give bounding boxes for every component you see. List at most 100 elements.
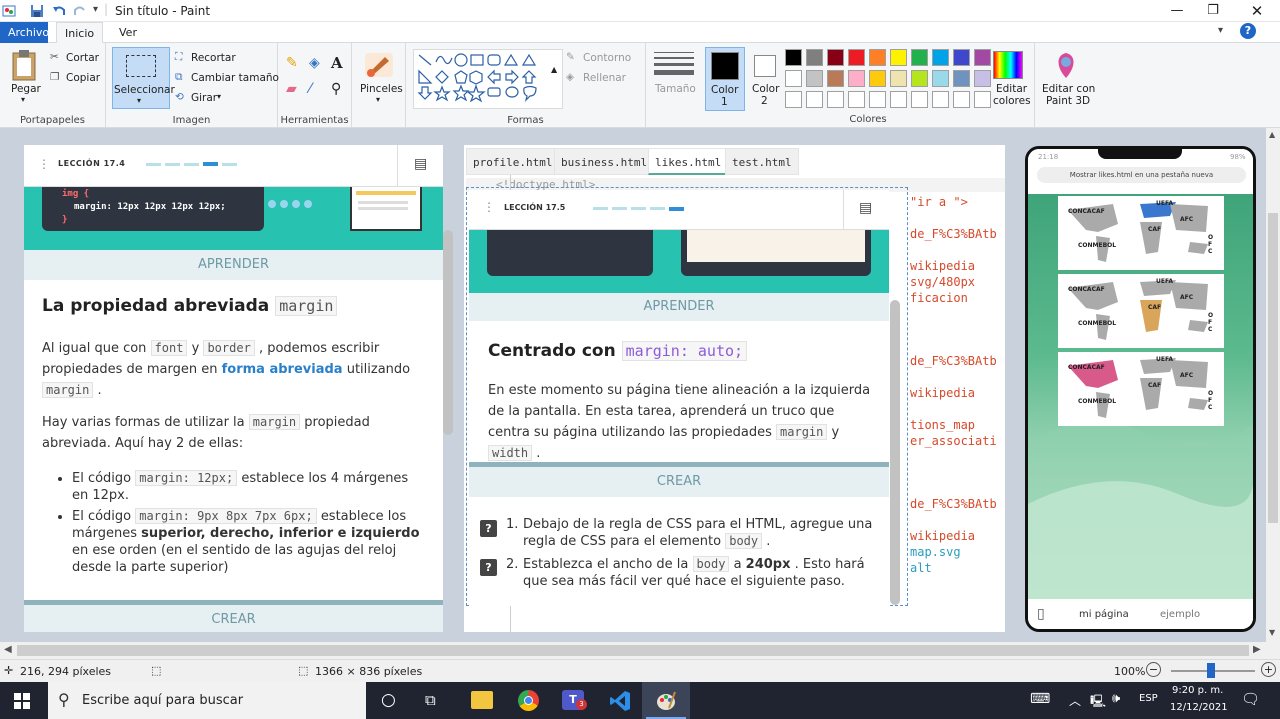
keyboard-icon[interactable]: ⌨ (1030, 691, 1050, 707)
palette-color-swatch[interactable] (785, 70, 802, 87)
paste-icon[interactable] (11, 49, 39, 81)
palette-color-swatch[interactable] (953, 70, 970, 87)
zoom-slider-thumb[interactable] (1207, 663, 1215, 678)
brushes-icon[interactable] (363, 49, 395, 81)
taskbar-search[interactable]: ⚲ Escribe aquí para buscar (48, 682, 366, 719)
save-icon[interactable] (30, 4, 44, 18)
resize-icon[interactable]: ⧉ (175, 71, 183, 84)
palette-color-swatch[interactable] (785, 49, 802, 66)
crop-button[interactable]: Recortar (191, 52, 236, 64)
palette-color-swatch[interactable] (932, 49, 949, 66)
fill-icon[interactable]: ◈ (309, 55, 320, 71)
palette-color-swatch[interactable] (890, 49, 907, 66)
zoom-out-button[interactable]: − (1146, 662, 1161, 677)
horizontal-scroll-thumb[interactable] (17, 645, 1249, 656)
fill-button[interactable]: Rellenar (583, 72, 626, 84)
paint-taskbar-button[interactable] (642, 682, 690, 719)
palette-color-swatch[interactable] (806, 70, 823, 87)
tab-home[interactable]: Inicio (56, 22, 104, 44)
zoom-in-button[interactable]: + (1261, 662, 1276, 677)
clock-date[interactable]: 12/12/2021 (1170, 702, 1228, 713)
file-tab-profile[interactable]: profile.html (466, 148, 560, 175)
map-card[interactable]: CONCACAF UEFA AFC CAF CONMEBOL OFC (1058, 274, 1224, 348)
help-step-1-icon[interactable]: ? (480, 520, 497, 537)
vertical-scroll-thumb[interactable] (1268, 213, 1278, 523)
palette-color-swatch[interactable] (806, 49, 823, 66)
nav-example[interactable]: ejemplo (1160, 609, 1200, 620)
palette-color-swatch[interactable] (911, 70, 928, 87)
clock-time[interactable]: 9:20 p. m. (1172, 685, 1223, 696)
network-icon[interactable]: 🖳 (1090, 692, 1106, 713)
paint3d-line2[interactable]: Paint 3D (1046, 95, 1090, 107)
scroll-left-icon[interactable]: ◀ (4, 644, 12, 655)
palette-color-swatch[interactable] (974, 49, 991, 66)
close-button[interactable]: ✕ (1240, 2, 1274, 20)
paste-label[interactable]: Pegar (11, 83, 41, 95)
color1-button[interactable]: Color 1 (705, 47, 745, 111)
map-card[interactable]: CONCACAF UEFA AFC CAF CONMEBOL OFC (1058, 352, 1224, 426)
cut-icon[interactable]: ✂ (50, 51, 59, 63)
map-card[interactable]: CONCACAF UEFA AFC CAF CONMEBOL OFC (1058, 196, 1224, 270)
eraser-icon[interactable]: ▰ (286, 81, 297, 97)
file-tab-business[interactable]: business.html (554, 148, 655, 175)
overlay-scroll-thumb[interactable] (890, 300, 900, 605)
file-tab-test[interactable]: test.html (725, 148, 799, 175)
rotate-button[interactable]: Girar (191, 92, 217, 104)
windows-start-icon[interactable] (14, 693, 30, 709)
shorthand-link[interactable]: forma abreviada (222, 362, 343, 377)
left-panel-scrollbar[interactable] (443, 230, 453, 435)
copy-icon[interactable]: ❐ (50, 71, 59, 83)
minimize-button[interactable]: — (1160, 2, 1194, 20)
edit-colors-line2[interactable]: colores (993, 95, 1031, 107)
palette-color-swatch[interactable] (869, 49, 886, 66)
notifications-icon[interactable]: 🗨 (1241, 690, 1260, 708)
cut-button[interactable]: Cortar (66, 52, 99, 64)
palette-custom-slot[interactable] (806, 91, 823, 108)
file-tab-likes[interactable]: likes.html (648, 148, 729, 175)
palette-color-swatch[interactable] (848, 49, 865, 66)
collapse-ribbon-icon[interactable]: ▾ (1218, 25, 1223, 36)
scroll-down-icon[interactable]: ▼ (1269, 628, 1275, 637)
horizontal-scrollbar[interactable]: ◀ ▶ (0, 642, 1280, 659)
language-indicator[interactable]: ESP (1139, 693, 1158, 704)
shapes-scroll-icon[interactable]: ▲ (551, 65, 557, 74)
vertical-scrollbar[interactable]: ▲ ▼ (1266, 128, 1280, 642)
volume-icon[interactable]: 🕪 (1112, 691, 1120, 706)
file-explorer-icon[interactable] (471, 691, 493, 709)
resize-button[interactable]: Cambiar tamaño (191, 72, 279, 84)
size-label[interactable]: Tamaño (655, 83, 696, 95)
palette-color-swatch[interactable] (869, 70, 886, 87)
nav-my-page[interactable]: mi página (1079, 609, 1129, 620)
palette-color-swatch[interactable] (848, 70, 865, 87)
palette-custom-slot[interactable] (911, 91, 928, 108)
menu-dots-icon[interactable]: ⋮ (38, 157, 50, 171)
palette-custom-slot[interactable] (932, 91, 949, 108)
palette-color-swatch[interactable] (974, 70, 991, 87)
show-hidden-icons[interactable]: ︿ (1069, 692, 1081, 709)
palette-color-swatch[interactable] (827, 70, 844, 87)
palette-custom-slot[interactable] (827, 91, 844, 108)
color-picker-icon[interactable]: ⁄ (309, 81, 311, 97)
tab-file[interactable]: Archivo (0, 22, 49, 43)
tab-view[interactable]: Ver (111, 22, 145, 43)
select-button[interactable]: Seleccionar ▾ (112, 47, 175, 109)
redo-icon[interactable] (73, 4, 87, 18)
undo-icon[interactable] (52, 4, 66, 18)
palette-custom-slot[interactable] (953, 91, 970, 108)
palette-custom-slot[interactable] (848, 91, 865, 108)
notes-button[interactable]: ▤ (397, 145, 443, 187)
palette-custom-slot[interactable] (890, 91, 907, 108)
brushes-dropdown-icon[interactable]: ▾ (376, 95, 380, 104)
palette-color-swatch[interactable] (890, 70, 907, 87)
restore-button[interactable]: ❐ (1196, 2, 1230, 20)
overlay-notes-button[interactable]: ▤ (843, 190, 889, 230)
paste-dropdown-icon[interactable]: ▾ (21, 95, 25, 104)
palette-color-swatch[interactable] (827, 49, 844, 66)
palette-color-swatch[interactable] (932, 70, 949, 87)
copy-button[interactable]: Copiar (66, 72, 100, 84)
text-icon[interactable]: A (331, 54, 343, 72)
help-icon[interactable]: ? (1240, 23, 1256, 39)
chrome-icon[interactable] (518, 690, 539, 711)
palette-custom-slot[interactable] (869, 91, 886, 108)
open-in-new-tab-banner[interactable]: Mostrar likes.html en una pestaña nueva (1037, 167, 1246, 183)
